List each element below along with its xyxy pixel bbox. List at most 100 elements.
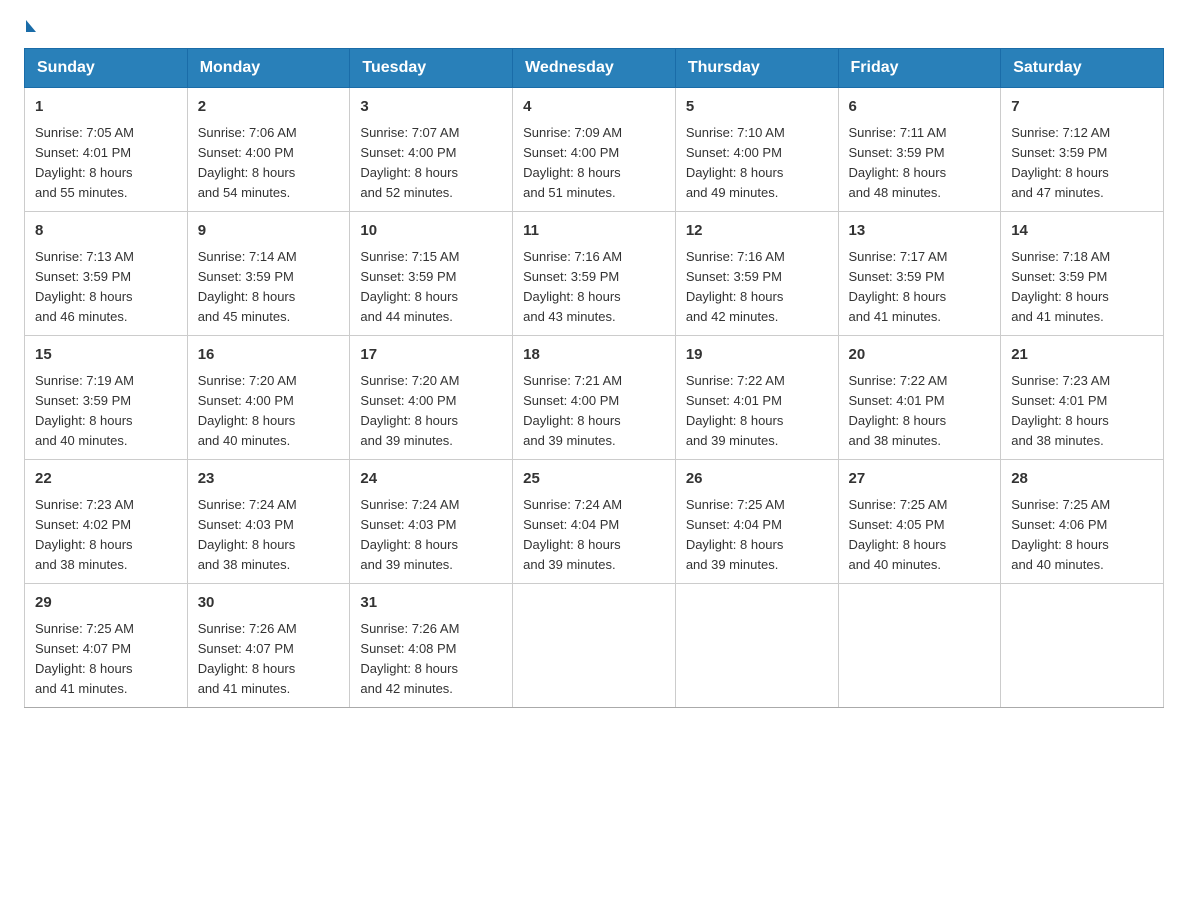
day-number: 29: [35, 592, 177, 615]
day-number: 5: [686, 96, 828, 119]
week-row-2: 8 Sunrise: 7:13 AMSunset: 3:59 PMDaylight…: [25, 212, 1164, 336]
day-cell: [1001, 584, 1164, 708]
page-header: [24, 24, 1164, 32]
day-info: Sunrise: 7:21 AMSunset: 4:00 PMDaylight:…: [523, 371, 665, 452]
day-cell: 4 Sunrise: 7:09 AMSunset: 4:00 PMDaylight…: [513, 88, 676, 212]
day-info: Sunrise: 7:06 AMSunset: 4:00 PMDaylight:…: [198, 123, 340, 204]
day-number: 14: [1011, 220, 1153, 243]
day-cell: 1 Sunrise: 7:05 AMSunset: 4:01 PMDaylight…: [25, 88, 188, 212]
logo[interactable]: [24, 24, 36, 32]
day-number: 18: [523, 344, 665, 367]
day-number: 24: [360, 468, 502, 491]
day-info: Sunrise: 7:16 AMSunset: 3:59 PMDaylight:…: [523, 247, 665, 328]
day-cell: 2 Sunrise: 7:06 AMSunset: 4:00 PMDaylight…: [187, 88, 350, 212]
day-number: 17: [360, 344, 502, 367]
day-cell: 24 Sunrise: 7:24 AMSunset: 4:03 PMDayligh…: [350, 460, 513, 584]
day-cell: 21 Sunrise: 7:23 AMSunset: 4:01 PMDayligh…: [1001, 336, 1164, 460]
day-cell: 8 Sunrise: 7:13 AMSunset: 3:59 PMDaylight…: [25, 212, 188, 336]
day-info: Sunrise: 7:23 AMSunset: 4:01 PMDaylight:…: [1011, 371, 1153, 452]
day-cell: 18 Sunrise: 7:21 AMSunset: 4:00 PMDayligh…: [513, 336, 676, 460]
day-cell: 23Sunrise: 7:24 AMSunset: 4:03 PMDayligh…: [187, 460, 350, 584]
day-cell: 12 Sunrise: 7:16 AMSunset: 3:59 PMDayligh…: [675, 212, 838, 336]
day-cell: 28 Sunrise: 7:25 AMSunset: 4:06 PMDayligh…: [1001, 460, 1164, 584]
day-number: 13: [849, 220, 991, 243]
day-info: Sunrise: 7:12 AMSunset: 3:59 PMDaylight:…: [1011, 123, 1153, 204]
day-cell: 3Sunrise: 7:07 AMSunset: 4:00 PMDaylight…: [350, 88, 513, 212]
day-number: 21: [1011, 344, 1153, 367]
logo-arrow-icon: [26, 20, 36, 32]
day-info: Sunrise: 7:25 AMSunset: 4:06 PMDaylight:…: [1011, 495, 1153, 576]
header-monday: Monday: [187, 49, 350, 88]
day-number: 4: [523, 96, 665, 119]
day-info: Sunrise: 7:18 AMSunset: 3:59 PMDaylight:…: [1011, 247, 1153, 328]
day-number: 10: [360, 220, 502, 243]
day-info: Sunrise: 7:24 AMSunset: 4:04 PMDaylight:…: [523, 495, 665, 576]
header-saturday: Saturday: [1001, 49, 1164, 88]
day-number: 28: [1011, 468, 1153, 491]
day-number: 3: [360, 96, 502, 119]
day-info: Sunrise: 7:20 AMSunset: 4:00 PMDaylight:…: [198, 371, 340, 452]
day-number: 26: [686, 468, 828, 491]
day-info: Sunrise: 7:26 AMSunset: 4:08 PMDaylight:…: [360, 619, 502, 700]
day-number: 15: [35, 344, 177, 367]
day-cell: 20Sunrise: 7:22 AMSunset: 4:01 PMDayligh…: [838, 336, 1001, 460]
day-cell: [838, 584, 1001, 708]
day-info: Sunrise: 7:05 AMSunset: 4:01 PMDaylight:…: [35, 123, 177, 204]
day-cell: 30Sunrise: 7:26 AMSunset: 4:07 PMDayligh…: [187, 584, 350, 708]
day-cell: [675, 584, 838, 708]
day-cell: 10 Sunrise: 7:15 AMSunset: 3:59 PMDayligh…: [350, 212, 513, 336]
day-cell: 17 Sunrise: 7:20 AMSunset: 4:00 PMDayligh…: [350, 336, 513, 460]
day-number: 6: [849, 96, 991, 119]
day-cell: 29 Sunrise: 7:25 AMSunset: 4:07 PMDayligh…: [25, 584, 188, 708]
day-info: Sunrise: 7:24 AMSunset: 4:03 PMDaylight:…: [360, 495, 502, 576]
day-number: 12: [686, 220, 828, 243]
day-info: Sunrise: 7:22 AMSunset: 4:01 PMDaylight:…: [849, 371, 991, 452]
day-info: Sunrise: 7:22 AMSunset: 4:01 PMDaylight:…: [686, 371, 828, 452]
calendar-table: SundayMondayTuesdayWednesdayThursdayFrid…: [24, 48, 1164, 708]
day-cell: [513, 584, 676, 708]
day-cell: 6Sunrise: 7:11 AMSunset: 3:59 PMDaylight…: [838, 88, 1001, 212]
day-info: Sunrise: 7:24 AMSunset: 4:03 PMDaylight:…: [198, 495, 340, 576]
day-cell: 22Sunrise: 7:23 AMSunset: 4:02 PMDayligh…: [25, 460, 188, 584]
day-info: Sunrise: 7:25 AMSunset: 4:07 PMDaylight:…: [35, 619, 177, 700]
header-tuesday: Tuesday: [350, 49, 513, 88]
week-row-1: 1 Sunrise: 7:05 AMSunset: 4:01 PMDaylight…: [25, 88, 1164, 212]
day-cell: 14 Sunrise: 7:18 AMSunset: 3:59 PMDayligh…: [1001, 212, 1164, 336]
day-info: Sunrise: 7:09 AMSunset: 4:00 PMDaylight:…: [523, 123, 665, 204]
day-number: 9: [198, 220, 340, 243]
day-number: 1: [35, 96, 177, 119]
day-cell: 19Sunrise: 7:22 AMSunset: 4:01 PMDayligh…: [675, 336, 838, 460]
day-cell: 5 Sunrise: 7:10 AMSunset: 4:00 PMDaylight…: [675, 88, 838, 212]
day-number: 27: [849, 468, 991, 491]
day-info: Sunrise: 7:13 AMSunset: 3:59 PMDaylight:…: [35, 247, 177, 328]
day-info: Sunrise: 7:26 AMSunset: 4:07 PMDaylight:…: [198, 619, 340, 700]
week-row-3: 15 Sunrise: 7:19 AMSunset: 3:59 PMDayligh…: [25, 336, 1164, 460]
day-number: 2: [198, 96, 340, 119]
day-info: Sunrise: 7:14 AMSunset: 3:59 PMDaylight:…: [198, 247, 340, 328]
day-info: Sunrise: 7:23 AMSunset: 4:02 PMDaylight:…: [35, 495, 177, 576]
day-number: 25: [523, 468, 665, 491]
day-cell: 25 Sunrise: 7:24 AMSunset: 4:04 PMDayligh…: [513, 460, 676, 584]
day-info: Sunrise: 7:17 AMSunset: 3:59 PMDaylight:…: [849, 247, 991, 328]
day-number: 11: [523, 220, 665, 243]
day-cell: 16 Sunrise: 7:20 AMSunset: 4:00 PMDayligh…: [187, 336, 350, 460]
day-number: 31: [360, 592, 502, 615]
day-cell: 31 Sunrise: 7:26 AMSunset: 4:08 PMDayligh…: [350, 584, 513, 708]
day-number: 8: [35, 220, 177, 243]
header-wednesday: Wednesday: [513, 49, 676, 88]
day-info: Sunrise: 7:20 AMSunset: 4:00 PMDaylight:…: [360, 371, 502, 452]
week-row-4: 22Sunrise: 7:23 AMSunset: 4:02 PMDayligh…: [25, 460, 1164, 584]
day-cell: 7Sunrise: 7:12 AMSunset: 3:59 PMDaylight…: [1001, 88, 1164, 212]
day-number: 16: [198, 344, 340, 367]
day-info: Sunrise: 7:25 AMSunset: 4:05 PMDaylight:…: [849, 495, 991, 576]
day-info: Sunrise: 7:16 AMSunset: 3:59 PMDaylight:…: [686, 247, 828, 328]
day-cell: 9 Sunrise: 7:14 AMSunset: 3:59 PMDaylight…: [187, 212, 350, 336]
day-cell: 15 Sunrise: 7:19 AMSunset: 3:59 PMDayligh…: [25, 336, 188, 460]
day-info: Sunrise: 7:19 AMSunset: 3:59 PMDaylight:…: [35, 371, 177, 452]
day-info: Sunrise: 7:25 AMSunset: 4:04 PMDaylight:…: [686, 495, 828, 576]
day-info: Sunrise: 7:10 AMSunset: 4:00 PMDaylight:…: [686, 123, 828, 204]
header-friday: Friday: [838, 49, 1001, 88]
header-row: SundayMondayTuesdayWednesdayThursdayFrid…: [25, 49, 1164, 88]
week-row-5: 29 Sunrise: 7:25 AMSunset: 4:07 PMDayligh…: [25, 584, 1164, 708]
day-info: Sunrise: 7:15 AMSunset: 3:59 PMDaylight:…: [360, 247, 502, 328]
